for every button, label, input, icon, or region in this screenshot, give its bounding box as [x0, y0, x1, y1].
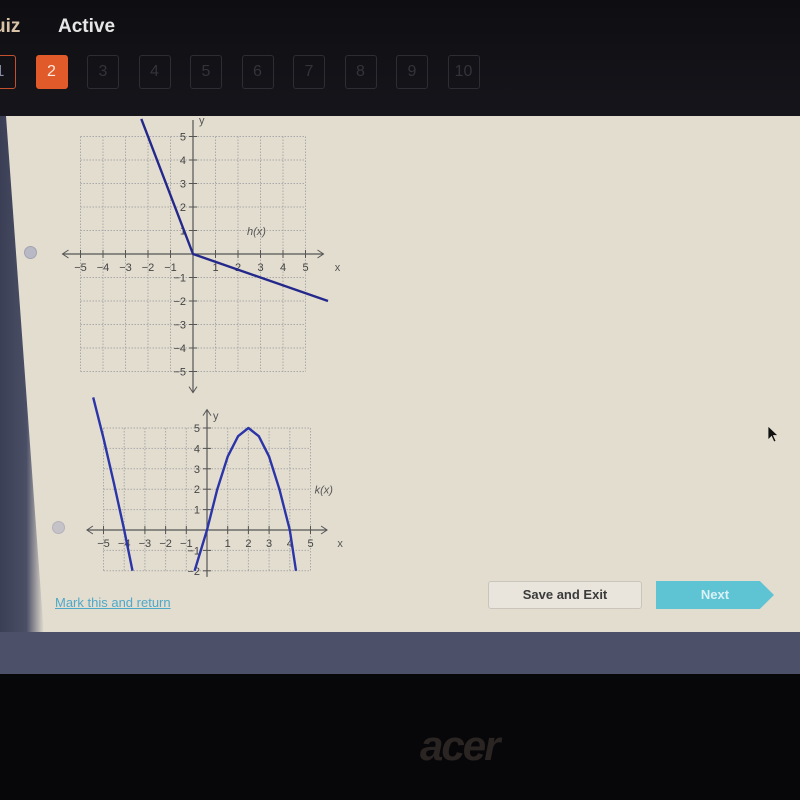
question-6-button[interactable]: 6	[241, 55, 274, 89]
mouse-cursor-icon	[767, 425, 780, 443]
mark-and-return-link[interactable]: Mark this and return	[55, 595, 171, 610]
x-tick-label: −4	[97, 262, 110, 274]
y-tick-label: −4	[173, 343, 186, 355]
x-tick-label: −5	[97, 538, 110, 550]
y-tick-label: 1	[194, 505, 200, 517]
graph-h: −5 −4 −3 −2 −1 1 2 3 4 554321−1−2−3−4−5xyh(x)	[61, 115, 341, 394]
brand-logo: acer	[420, 722, 500, 769]
y-axis-label: y	[213, 411, 219, 423]
save-and-exit-button[interactable]: Save and Exit	[488, 581, 642, 609]
y-axis-label: y	[199, 115, 205, 127]
question-9-button[interactable]: 9	[396, 55, 428, 89]
y-tick-label: 2	[180, 202, 186, 214]
y-tick-label: 5	[180, 132, 186, 144]
function-label: h(x)	[247, 226, 266, 238]
x-tick-label: 5	[302, 262, 308, 274]
graph-k: −5 −4 −3 −2 −1 1 2 3 4 554321−1−2xyk(x)	[86, 397, 343, 578]
x-tick-label: −2	[159, 538, 172, 550]
x-axis-label: x	[337, 538, 343, 550]
question-1-button[interactable]: 1	[0, 55, 16, 89]
question-2-button[interactable]: 2	[35, 55, 68, 89]
next-button[interactable]: Next	[656, 581, 774, 609]
x-tick-label: −3	[139, 538, 152, 550]
x-tick-label: −2	[142, 262, 155, 274]
y-tick-label: 3	[194, 464, 200, 476]
x-tick-label: −3	[119, 262, 132, 274]
x-tick-label: 3	[266, 538, 272, 550]
x-tick-label: 3	[257, 262, 263, 274]
x-tick-label: 4	[280, 262, 286, 274]
y-tick-label: 5	[194, 423, 200, 435]
question-5-button[interactable]: 5	[190, 55, 222, 89]
function-label: k(x)	[315, 484, 334, 496]
question-10-button[interactable]: 10	[447, 55, 480, 89]
question-7-button[interactable]: 7	[293, 55, 325, 89]
y-tick-label: −5	[173, 367, 186, 379]
quiz-title: uiz	[0, 16, 21, 37]
quiz-header: uiz Active 123456789 10	[0, 0, 800, 116]
monitor-bezel	[0, 674, 800, 800]
y-tick-label: −2	[187, 566, 200, 578]
y-tick-label: −2	[173, 296, 186, 308]
x-tick-label: −5	[74, 262, 87, 274]
question-4-button[interactable]: 4	[138, 55, 171, 89]
y-tick-label: −3	[173, 320, 186, 332]
x-tick-label: 1	[225, 538, 231, 550]
question-3-button[interactable]: 3	[87, 55, 119, 89]
y-tick-label: −1	[173, 273, 186, 285]
x-tick-label: 5	[307, 538, 313, 550]
y-tick-label: 4	[180, 155, 186, 167]
x-tick-label: 2	[245, 538, 251, 550]
x-axis-label: x	[335, 262, 341, 274]
question-8-button[interactable]: 8	[344, 55, 377, 89]
y-tick-label: 2	[194, 484, 200, 496]
taskbar-band	[0, 632, 800, 674]
y-tick-label: 3	[180, 179, 186, 191]
quiz-status: Active	[58, 16, 116, 37]
y-tick-label: 4	[194, 443, 200, 455]
